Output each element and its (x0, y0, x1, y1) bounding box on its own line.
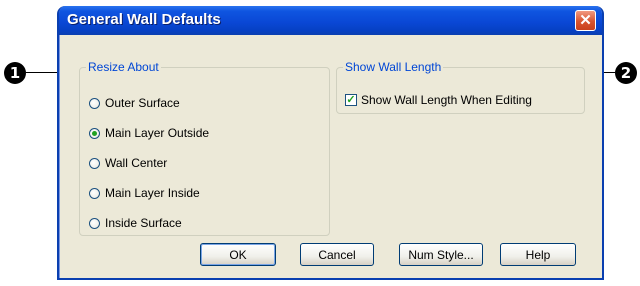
radio-label: Outer Surface (105, 96, 180, 110)
num-style-button-label: Num Style... (408, 247, 474, 262)
radio-button[interactable] (89, 217, 100, 229)
title-bar[interactable]: General Wall Defaults ✕ (59, 6, 602, 35)
radio-label: Main Layer Outside (105, 126, 210, 140)
dialog-title: General Wall Defaults (67, 11, 221, 28)
resize-about-group: Resize About Outer Surface Main Layer Ou… (79, 60, 330, 236)
cancel-button[interactable]: Cancel (300, 243, 374, 266)
radio-outer-surface[interactable]: Outer Surface (89, 95, 180, 111)
show-wall-length-checkbox[interactable]: ✓ (345, 94, 357, 106)
ok-button-label: OK (229, 247, 247, 262)
checkmark-icon: ✓ (346, 93, 356, 106)
radio-label: Main Layer Inside (105, 186, 200, 200)
radio-button[interactable] (89, 97, 100, 109)
ok-button[interactable]: OK (200, 243, 276, 266)
radio-label: Inside Surface (105, 216, 182, 230)
radio-button[interactable] (89, 187, 100, 199)
radio-button[interactable] (89, 127, 100, 139)
close-button[interactable]: ✕ (575, 10, 596, 31)
radio-main-layer-outside[interactable]: Main Layer Outside (89, 125, 209, 141)
cancel-button-label: Cancel (318, 247, 356, 262)
help-button-label: Help (525, 247, 551, 262)
radio-wall-center[interactable]: Wall Center (89, 155, 167, 171)
checkbox-label: Show Wall Length When Editing (361, 93, 532, 107)
radio-main-layer-inside[interactable]: Main Layer Inside (89, 185, 200, 201)
radio-button[interactable] (89, 157, 100, 169)
radio-inside-surface[interactable]: Inside Surface (89, 215, 182, 231)
radio-label: Wall Center (105, 156, 168, 170)
callout-marker-1: 1 (4, 62, 26, 84)
resize-about-legend: Resize About (88, 60, 159, 74)
general-wall-defaults-dialog: General Wall Defaults ✕ Resize About Out… (57, 6, 604, 280)
callout-marker-2: 2 (615, 62, 637, 84)
close-icon: ✕ (579, 12, 592, 29)
show-wall-length-group: Show Wall Length ✓ Show Wall Length When… (336, 60, 585, 114)
help-button[interactable]: Help (500, 243, 576, 266)
show-wall-length-legend: Show Wall Length (345, 60, 442, 74)
show-wall-length-checkbox-row[interactable]: ✓ Show Wall Length When Editing (345, 93, 532, 107)
num-style-button[interactable]: Num Style... (399, 243, 483, 266)
